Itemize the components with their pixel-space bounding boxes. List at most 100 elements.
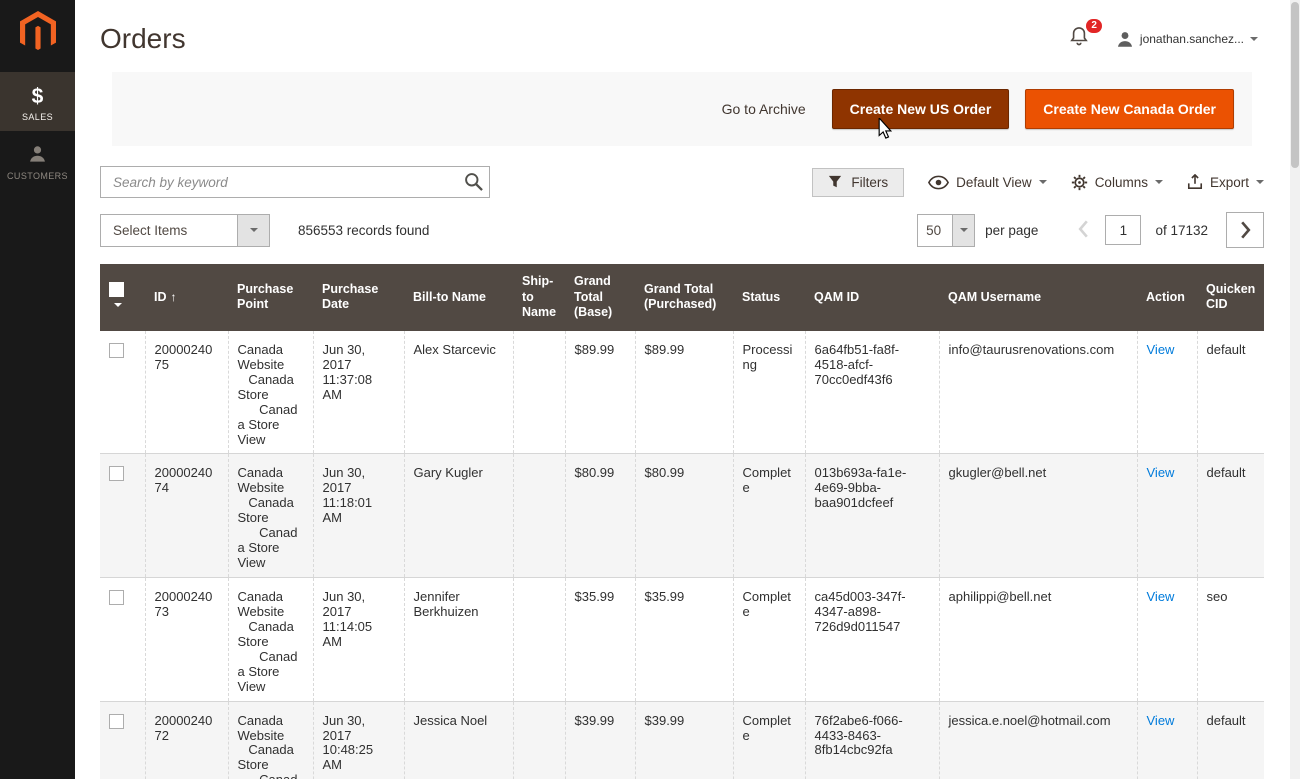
user-menu[interactable]: jonathan.sanchez...: [1116, 30, 1258, 48]
filter-funnel-icon: [828, 175, 842, 189]
avatar-icon: [1116, 30, 1134, 48]
cell-qam-id: ca45d003-347f-4347-a898-726d9d011547: [805, 578, 939, 702]
cell-purchase-date: Jun 30, 2017 11:37:08 AM: [313, 331, 404, 454]
cell-ship-to-name: [513, 331, 565, 454]
customers-icon: [0, 144, 75, 168]
per-page-value: 50: [918, 215, 952, 246]
total-pages: of 17132: [1155, 223, 1208, 238]
cell-action: View: [1137, 331, 1197, 454]
cell-status: Processing: [733, 331, 805, 454]
cell-select: [100, 578, 145, 702]
view-order-link[interactable]: View: [1147, 342, 1175, 357]
chevron-left-icon: [1078, 220, 1089, 238]
cell-quicken-cid: default: [1197, 701, 1264, 779]
row-checkbox[interactable]: [109, 714, 124, 729]
per-page-label: per page: [985, 223, 1038, 238]
cell-qam-id: 6a64fb51-fa8f-4518-afcf-70cc0edf43f6: [805, 331, 939, 454]
sidebar-item-sales[interactable]: $ SALES: [0, 72, 75, 131]
username: jonathan.sanchez...: [1140, 32, 1244, 46]
cell-status: Complete: [733, 454, 805, 578]
cell-grand-total-base: $35.99: [565, 578, 635, 702]
cell-purchase-point: Canada Website Canada Store Canada Store…: [228, 701, 313, 779]
cell-grand-total-purchased: $39.99: [635, 701, 733, 779]
view-order-link[interactable]: View: [1147, 465, 1175, 480]
cell-status: Complete: [733, 701, 805, 779]
view-selector[interactable]: Default View: [928, 175, 1047, 190]
table-row: 2000024073 Canada Website Canada Store C…: [100, 578, 1264, 702]
search-input[interactable]: [100, 166, 490, 198]
notification-badge: 2: [1086, 19, 1102, 33]
table-row: 2000024074 Canada Website Canada Store C…: [100, 454, 1264, 578]
filters-button[interactable]: Filters: [812, 168, 904, 197]
select-all-caret-icon[interactable]: [114, 303, 122, 307]
cell-grand-total-purchased: $80.99: [635, 454, 733, 578]
sidebar-item-customers[interactable]: CUSTOMERS: [0, 131, 75, 190]
view-order-link[interactable]: View: [1147, 713, 1175, 728]
select-items-dropdown[interactable]: Select Items: [100, 214, 270, 247]
eye-icon: [928, 175, 949, 190]
sidebar-item-label: CUSTOMERS: [0, 171, 75, 181]
notifications-button[interactable]: 2: [1070, 26, 1096, 51]
chevron-down-icon: [1155, 180, 1163, 184]
col-header-ship-to-name[interactable]: Ship-to Name: [513, 264, 565, 331]
cell-purchase-point: Canada Website Canada Store Canada Store…: [228, 578, 313, 702]
table-row: 2000024075 Canada Website Canada Store C…: [100, 331, 1264, 454]
chevron-right-icon: [1240, 221, 1251, 239]
row-checkbox[interactable]: [109, 343, 124, 358]
grid-controls: Select Items 856553 records found 50 per…: [100, 212, 1264, 248]
magento-logo-icon: [20, 11, 56, 53]
cell-purchase-date: Jun 30, 2017 11:18:01 AM: [313, 454, 404, 578]
create-canada-order-button[interactable]: Create New Canada Order: [1025, 89, 1234, 129]
sidebar: $ SALES CUSTOMERS: [0, 0, 75, 779]
create-us-order-button[interactable]: Create New US Order: [832, 89, 1010, 129]
chevron-down-icon: [952, 215, 974, 246]
col-header-purchase-date[interactable]: Purchase Date: [313, 264, 404, 331]
columns-selector[interactable]: Columns: [1071, 174, 1163, 191]
current-page-input[interactable]: [1105, 215, 1141, 245]
cell-qam-username: info@taurusrenovations.com: [939, 331, 1137, 454]
cell-qam-id: 76f2abe6-f066-4433-8463-8fb14cbc92fa: [805, 701, 939, 779]
cell-select: [100, 331, 145, 454]
col-header-status[interactable]: Status: [733, 264, 805, 331]
col-header-purchase-point[interactable]: Purchase Point: [228, 264, 313, 331]
chevron-down-icon: [1039, 180, 1047, 184]
chevron-down-icon: [1256, 180, 1264, 184]
cell-grand-total-base: $89.99: [565, 331, 635, 454]
col-header-action: Action: [1137, 264, 1197, 331]
chevron-down-icon: [1250, 37, 1258, 41]
view-order-link[interactable]: View: [1147, 589, 1175, 604]
magento-logo[interactable]: [0, 0, 75, 72]
cell-action: View: [1137, 454, 1197, 578]
filters-label: Filters: [851, 175, 888, 190]
search-button[interactable]: [464, 172, 483, 194]
col-header-grand-total-base[interactable]: Grand Total (Base): [565, 264, 635, 331]
per-page-dropdown[interactable]: 50: [917, 214, 975, 247]
scrollbar-thumb[interactable]: [1291, 2, 1299, 168]
cell-action: View: [1137, 701, 1197, 779]
col-header-qam-id[interactable]: QAM ID: [805, 264, 939, 331]
row-checkbox[interactable]: [109, 466, 124, 481]
bell-icon: [1070, 26, 1088, 46]
col-header-id[interactable]: ID↑: [145, 264, 228, 331]
cell-grand-total-base: $39.99: [565, 701, 635, 779]
previous-page-button[interactable]: [1072, 220, 1095, 241]
next-page-button[interactable]: [1226, 212, 1264, 248]
cell-quicken-cid: default: [1197, 331, 1264, 454]
cell-grand-total-base: $80.99: [565, 454, 635, 578]
col-header-grand-total-purchased[interactable]: Grand Total (Purchased): [635, 264, 733, 331]
cell-order-id: 2000024074: [145, 454, 228, 578]
col-header-bill-to-name[interactable]: Bill-to Name: [404, 264, 513, 331]
export-label: Export: [1210, 175, 1249, 190]
col-header-select: [100, 264, 145, 331]
go-to-archive-link[interactable]: Go to Archive: [722, 101, 806, 117]
row-checkbox[interactable]: [109, 590, 124, 605]
vertical-scrollbar[interactable]: [1290, 0, 1300, 779]
col-header-quicken-cid[interactable]: Quicken CID: [1197, 264, 1264, 331]
col-header-qam-username[interactable]: QAM Username: [939, 264, 1137, 331]
page-actions-bar: Go to Archive Create New US Order Create…: [112, 72, 1252, 146]
cell-purchase-point: Canada Website Canada Store Canada Store…: [228, 454, 313, 578]
cell-quicken-cid: seo: [1197, 578, 1264, 702]
cell-action: View: [1137, 578, 1197, 702]
export-control[interactable]: Export: [1187, 174, 1264, 190]
select-all-checkbox[interactable]: [109, 282, 124, 297]
